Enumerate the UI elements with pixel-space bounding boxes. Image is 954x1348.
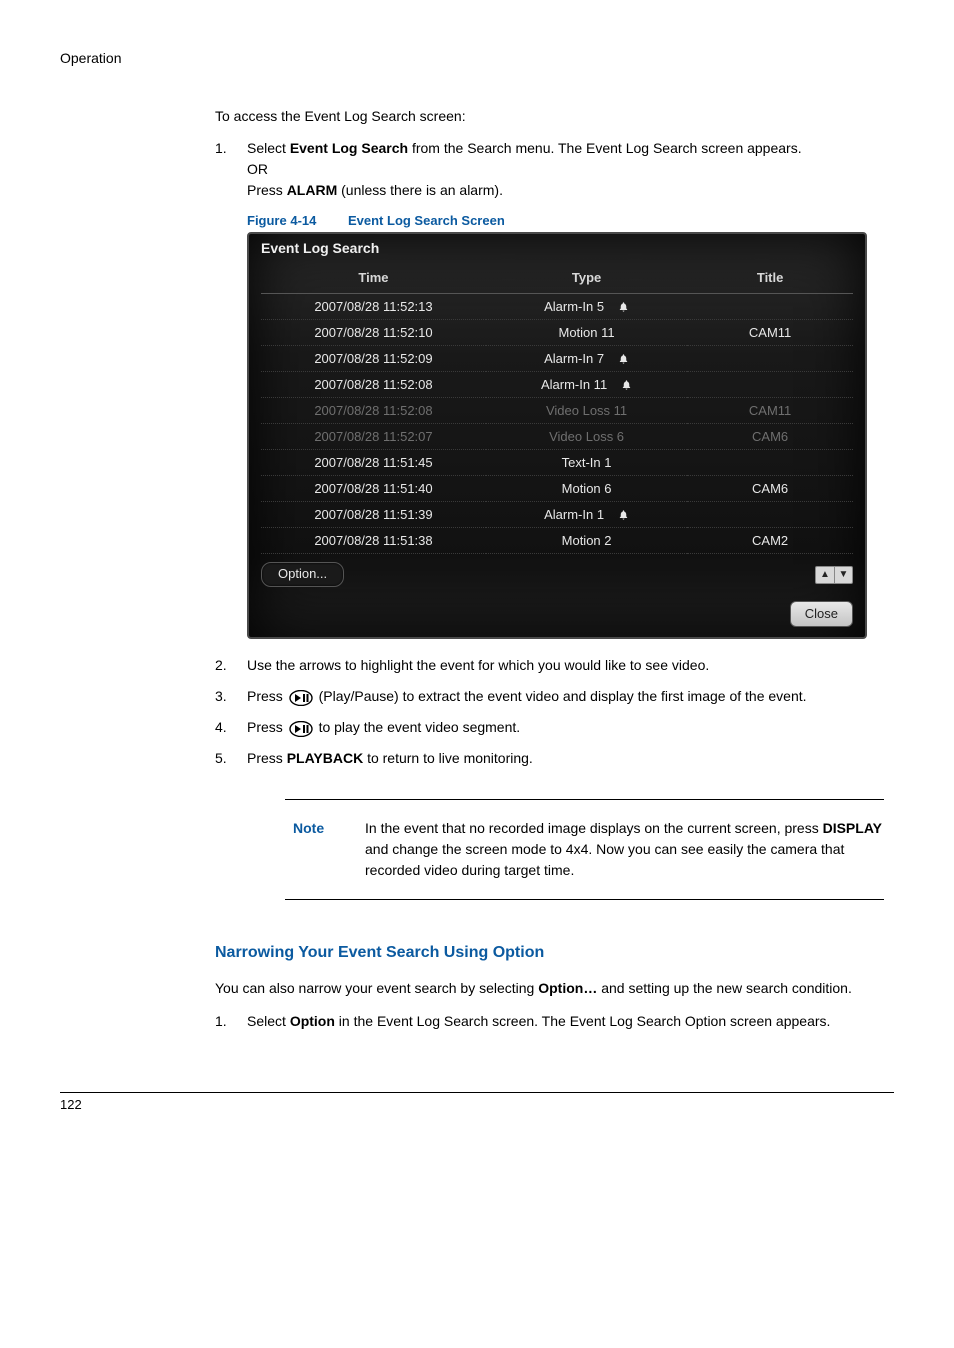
col-header-title: Title: [687, 264, 853, 294]
cell-title: [687, 346, 853, 372]
step-body: Press PLAYBACK to return to live monitor…: [247, 748, 884, 769]
step-body: Select Option in the Event Log Search sc…: [247, 1011, 884, 1032]
cell-type: Alarm-In 1: [486, 502, 687, 528]
cell-title: [687, 294, 853, 320]
option-button[interactable]: Option...: [261, 562, 344, 587]
table-row[interactable]: 2007/08/28 11:52:10Motion 11CAM11: [261, 320, 853, 346]
cell-type: Alarm-In 11: [486, 372, 687, 398]
bell-icon: [621, 379, 632, 391]
table-row[interactable]: 2007/08/28 11:52:08Alarm-In 11: [261, 372, 853, 398]
cell-type: Motion 6: [486, 476, 687, 502]
cell-time: 2007/08/28 11:51:40: [261, 476, 486, 502]
cell-type: Video Loss 11: [486, 398, 687, 424]
cell-time: 2007/08/28 11:52:07: [261, 424, 486, 450]
step-body: Select Event Log Search from the Search …: [247, 138, 884, 201]
note-body: In the event that no recorded image disp…: [365, 818, 884, 881]
event-log-search-screenshot: Event Log Search Time Type Title 2007/08…: [247, 232, 867, 639]
arrow-down-icon[interactable]: ▼: [834, 567, 852, 583]
step-body: Press (Play/Pause) to extract the event …: [247, 686, 884, 707]
bell-icon: [618, 301, 629, 313]
figure-caption: Figure 4-14 Event Log Search Screen: [247, 213, 884, 228]
cell-title: CAM6: [687, 424, 853, 450]
bell-icon: [618, 353, 629, 365]
table-row[interactable]: 2007/08/28 11:52:13Alarm-In 5: [261, 294, 853, 320]
note-box: Note In the event that no recorded image…: [285, 799, 884, 900]
cell-time: 2007/08/28 11:52:08: [261, 398, 486, 424]
narrowing-subhead: Narrowing Your Event Search Using Option: [215, 944, 884, 962]
table-row[interactable]: 2007/08/28 11:52:09Alarm-In 7: [261, 346, 853, 372]
note-label: Note: [285, 818, 335, 881]
table-row[interactable]: 2007/08/28 11:51:40Motion 6CAM6: [261, 476, 853, 502]
page-number: 122: [60, 1093, 894, 1112]
step-number: 5.: [215, 748, 247, 769]
table-row[interactable]: 2007/08/28 11:52:08Video Loss 11CAM11: [261, 398, 853, 424]
cell-time: 2007/08/28 11:51:39: [261, 502, 486, 528]
cell-time: 2007/08/28 11:51:38: [261, 528, 486, 554]
cell-type: Video Loss 6: [486, 424, 687, 450]
narrowing-intro: You can also narrow your event search by…: [215, 978, 884, 998]
table-row[interactable]: 2007/08/28 11:51:38Motion 2CAM2: [261, 528, 853, 554]
cell-time: 2007/08/28 11:51:45: [261, 450, 486, 476]
window-title: Event Log Search: [249, 234, 865, 264]
col-header-type: Type: [486, 264, 687, 294]
step-body: Use the arrows to highlight the event fo…: [247, 655, 884, 676]
cell-title: CAM6: [687, 476, 853, 502]
step-number: 2.: [215, 655, 247, 676]
cell-type: Motion 11: [486, 320, 687, 346]
step-body: Press to play the event video segment.: [247, 717, 884, 738]
page-arrows[interactable]: ▲ ▼: [815, 566, 853, 584]
cell-time: 2007/08/28 11:52:10: [261, 320, 486, 346]
table-row[interactable]: 2007/08/28 11:52:07Video Loss 6CAM6: [261, 424, 853, 450]
col-header-time: Time: [261, 264, 486, 294]
table-row[interactable]: 2007/08/28 11:51:45Text-In 1: [261, 450, 853, 476]
arrow-up-icon[interactable]: ▲: [816, 567, 834, 583]
cell-type: Alarm-In 7: [486, 346, 687, 372]
cell-time: 2007/08/28 11:52:09: [261, 346, 486, 372]
bell-icon: [618, 509, 629, 521]
cell-title: [687, 372, 853, 398]
cell-title: [687, 502, 853, 528]
cell-time: 2007/08/28 11:52:13: [261, 294, 486, 320]
step-number: 4.: [215, 717, 247, 738]
cell-title: CAM11: [687, 398, 853, 424]
cell-type: Text-In 1: [486, 450, 687, 476]
cell-type: Alarm-In 5: [486, 294, 687, 320]
play-pause-icon: [289, 690, 313, 706]
section-label: Operation: [60, 50, 894, 66]
event-log-table: Time Type Title 2007/08/28 11:52:13Alarm…: [261, 264, 853, 554]
step-number: 1.: [215, 1011, 247, 1032]
cell-time: 2007/08/28 11:52:08: [261, 372, 486, 398]
figure-label: Figure 4-14: [247, 213, 316, 228]
cell-title: [687, 450, 853, 476]
cell-type: Motion 2: [486, 528, 687, 554]
play-pause-icon: [289, 721, 313, 737]
step-number: 3.: [215, 686, 247, 707]
close-button[interactable]: Close: [790, 601, 853, 627]
figure-title: Event Log Search Screen: [348, 213, 505, 228]
intro-text: To access the Event Log Search screen:: [215, 106, 884, 126]
step-number: 1.: [215, 138, 247, 201]
table-row[interactable]: 2007/08/28 11:51:39Alarm-In 1: [261, 502, 853, 528]
cell-title: CAM2: [687, 528, 853, 554]
cell-title: CAM11: [687, 320, 853, 346]
